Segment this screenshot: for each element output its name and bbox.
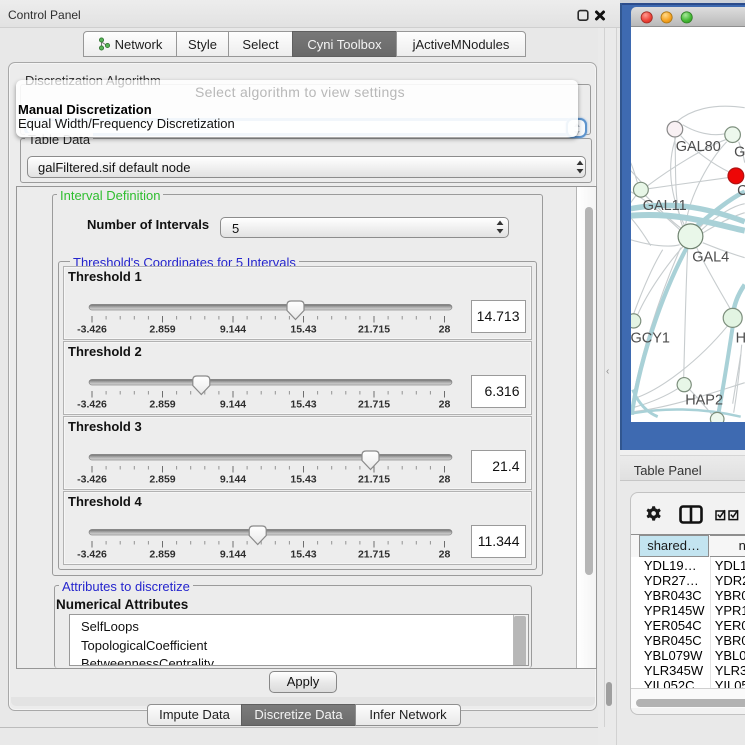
svg-text:2.859: 2.859 (149, 399, 175, 411)
svg-text:28: 28 (439, 399, 451, 411)
svg-text:-3.426: -3.426 (77, 399, 107, 411)
svg-text:15.43: 15.43 (290, 549, 316, 561)
svg-text:CD: CD (737, 183, 744, 199)
svg-text:9.144: 9.144 (220, 324, 246, 336)
svg-text:15.43: 15.43 (290, 324, 316, 336)
svg-text:28: 28 (439, 474, 451, 486)
svg-text:2.859: 2.859 (149, 324, 175, 336)
svg-text:GAL3: GAL3 (734, 145, 744, 161)
svg-text:15.43: 15.43 (290, 474, 316, 486)
svg-text:GAL80: GAL80 (676, 139, 721, 155)
svg-text:2.859: 2.859 (149, 549, 175, 561)
svg-text:9.144: 9.144 (220, 399, 246, 411)
svg-text:9.144: 9.144 (220, 474, 246, 486)
svg-text:GAL11: GAL11 (643, 198, 687, 214)
svg-text:GAL4: GAL4 (692, 250, 729, 266)
svg-text:GCY1: GCY1 (631, 331, 670, 347)
svg-text:HA: HA (736, 331, 745, 347)
svg-text:-3.426: -3.426 (77, 474, 107, 486)
svg-text:HAP2: HAP2 (685, 393, 723, 409)
svg-text:21.715: 21.715 (358, 399, 390, 411)
svg-text:21.715: 21.715 (358, 324, 390, 336)
svg-text:2.859: 2.859 (149, 474, 175, 486)
svg-text:21.715: 21.715 (358, 549, 390, 561)
svg-text:-3.426: -3.426 (77, 324, 107, 336)
svg-text:28: 28 (439, 549, 451, 561)
svg-text:21.715: 21.715 (358, 474, 390, 486)
svg-text:9.144: 9.144 (220, 549, 246, 561)
svg-text:15.43: 15.43 (290, 399, 316, 411)
svg-text:28: 28 (439, 324, 451, 336)
svg-text:-3.426: -3.426 (77, 549, 107, 561)
